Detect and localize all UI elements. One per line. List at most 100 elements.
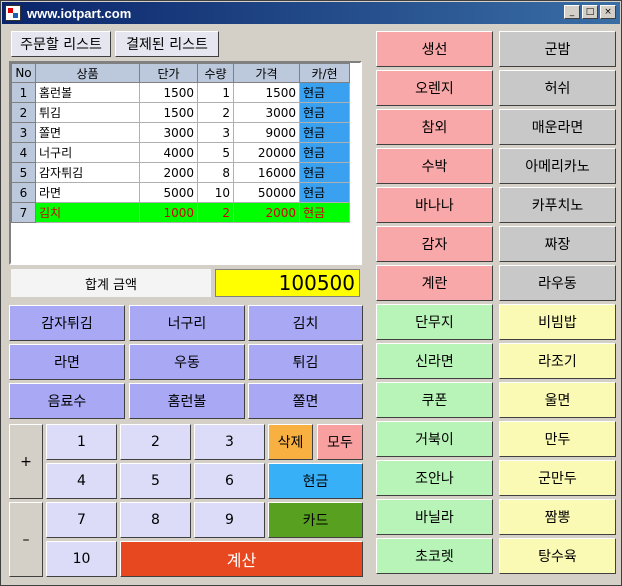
calculate-button[interactable]: 계산 (120, 541, 363, 577)
header-amount: 가격 (233, 63, 300, 83)
menu-item-button[interactable]: 짜장 (499, 226, 616, 262)
header-payment: 카/현 (299, 63, 350, 83)
digit-3-button[interactable]: 3 (194, 424, 265, 460)
category-button[interactable]: 쫄면 (248, 383, 363, 419)
menu-item-button[interactable]: 탕수육 (499, 538, 616, 574)
menu-item-button[interactable]: 신라면 (376, 343, 493, 379)
menu-item-button[interactable]: 초코렛 (376, 538, 493, 574)
order-list-button[interactable]: 주문할 리스트 (11, 31, 111, 57)
menu-item-button[interactable]: 단무지 (376, 304, 493, 340)
menu-item-button[interactable]: 카푸치노 (499, 187, 616, 223)
category-button[interactable]: 홈런볼 (129, 383, 245, 419)
menu-item-button[interactable]: 라우동 (499, 265, 616, 301)
price-cell: 4000 (139, 142, 198, 163)
amount-cell: 3000 (233, 102, 300, 123)
qty-cell: 3 (197, 122, 234, 143)
digit-7-button[interactable]: 7 (46, 502, 117, 538)
menu-item-button[interactable]: 아메리카노 (499, 148, 616, 184)
card-button[interactable]: 카드 (268, 502, 363, 538)
menu-item-button[interactable]: 울면 (499, 382, 616, 418)
table-row[interactable]: 6 라면 5000 10 50000 현금 (11, 182, 350, 203)
menu-item-button[interactable]: 쿠폰 (376, 382, 493, 418)
qty-cell: 5 (197, 142, 234, 163)
digit-8-button[interactable]: 8 (120, 502, 191, 538)
menu-item-button[interactable]: 생선 (376, 31, 493, 67)
plus-button[interactable]: + (9, 424, 43, 499)
order-table: No 상품 단가 수량 가격 카/현 1 홈런볼 1500 1 1500 현금 2 튀김 150… (9, 61, 362, 265)
qty-cell: 1 (197, 82, 234, 103)
category-button[interactable]: 너구리 (129, 305, 245, 341)
menu-item-button[interactable]: 군밤 (499, 31, 616, 67)
app-icon (5, 5, 21, 21)
row-number: 1 (11, 82, 36, 103)
row-number: 2 (11, 102, 36, 123)
paid-list-button[interactable]: 결제된 리스트 (115, 31, 219, 57)
category-button[interactable]: 감자튀김 (9, 305, 125, 341)
category-button[interactable]: 라면 (9, 344, 125, 380)
header-product: 상품 (35, 63, 140, 83)
title-bar: www.iotpart.com _ □ × (2, 2, 620, 24)
menu-item-button[interactable]: 바닐라 (376, 499, 493, 535)
menu-item-button[interactable]: 군만두 (499, 460, 616, 496)
category-button[interactable]: 튀김 (248, 344, 363, 380)
digit-2-button[interactable]: 2 (120, 424, 191, 460)
digit-10-button[interactable]: 10 (46, 541, 117, 577)
row-number: 5 (11, 162, 36, 183)
menu-item-button[interactable]: 조안나 (376, 460, 493, 496)
row-number: 6 (11, 182, 36, 203)
qty-cell: 10 (197, 182, 234, 203)
digit-5-button[interactable]: 5 (120, 463, 191, 499)
maximize-button[interactable]: □ (582, 5, 598, 19)
menu-item-button[interactable]: 참외 (376, 109, 493, 145)
close-button[interactable]: × (600, 5, 616, 19)
payment-cell: 현금 (299, 182, 350, 203)
menu-item-button[interactable]: 바나나 (376, 187, 493, 223)
menu-item-button[interactable]: 거북이 (376, 421, 493, 457)
header-qty: 수량 (197, 63, 234, 83)
price-cell: 1000 (139, 202, 198, 223)
digit-6-button[interactable]: 6 (194, 463, 265, 499)
table-row[interactable]: 7 김치 1000 2 2000 현금 (11, 202, 350, 223)
delete-button[interactable]: 삭제 (268, 424, 313, 460)
product-cell: 홈런볼 (35, 82, 140, 103)
digit-9-button[interactable]: 9 (194, 502, 265, 538)
price-cell: 1500 (139, 102, 198, 123)
payment-cell: 현금 (299, 102, 350, 123)
price-cell: 1500 (139, 82, 198, 103)
table-row[interactable]: 1 홈런볼 1500 1 1500 현금 (11, 82, 350, 103)
menu-item-button[interactable]: 수박 (376, 148, 493, 184)
payment-cell: 현금 (299, 142, 350, 163)
all-button[interactable]: 모두 (317, 424, 363, 460)
table-row[interactable]: 5 감자튀김 2000 8 16000 현금 (11, 162, 350, 183)
menu-item-button[interactable]: 만두 (499, 421, 616, 457)
category-button[interactable]: 음료수 (9, 383, 125, 419)
menu-item-button[interactable]: 계란 (376, 265, 493, 301)
menu-item-button[interactable]: 라조기 (499, 343, 616, 379)
minus-button[interactable]: – (9, 502, 43, 577)
amount-cell: 50000 (233, 182, 300, 203)
qty-cell: 8 (197, 162, 234, 183)
header-price: 단가 (139, 63, 198, 83)
cash-button[interactable]: 현금 (268, 463, 363, 499)
menu-item-button[interactable]: 짬뽕 (499, 499, 616, 535)
menu-item-button[interactable]: 비빔밥 (499, 304, 616, 340)
digit-1-button[interactable]: 1 (46, 424, 117, 460)
total-label: 합계 금액 (11, 269, 211, 297)
menu-item-button[interactable]: 매운라면 (499, 109, 616, 145)
table-row[interactable]: 3 쫄면 3000 3 9000 현금 (11, 122, 350, 143)
table-row[interactable]: 2 튀김 1500 2 3000 현금 (11, 102, 350, 123)
category-button[interactable]: 김치 (248, 305, 363, 341)
table-row[interactable]: 4 너구리 4000 5 20000 현금 (11, 142, 350, 163)
minimize-button[interactable]: _ (564, 5, 580, 19)
category-button[interactable]: 우동 (129, 344, 245, 380)
payment-cell: 현금 (299, 202, 350, 223)
product-cell: 김치 (35, 202, 140, 223)
window-title: www.iotpart.com (27, 5, 132, 21)
digit-4-button[interactable]: 4 (46, 463, 117, 499)
payment-cell: 현금 (299, 82, 350, 103)
menu-item-button[interactable]: 오렌지 (376, 70, 493, 106)
amount-cell: 1500 (233, 82, 300, 103)
menu-item-button[interactable]: 허쉬 (499, 70, 616, 106)
product-cell: 감자튀김 (35, 162, 140, 183)
menu-item-button[interactable]: 감자 (376, 226, 493, 262)
